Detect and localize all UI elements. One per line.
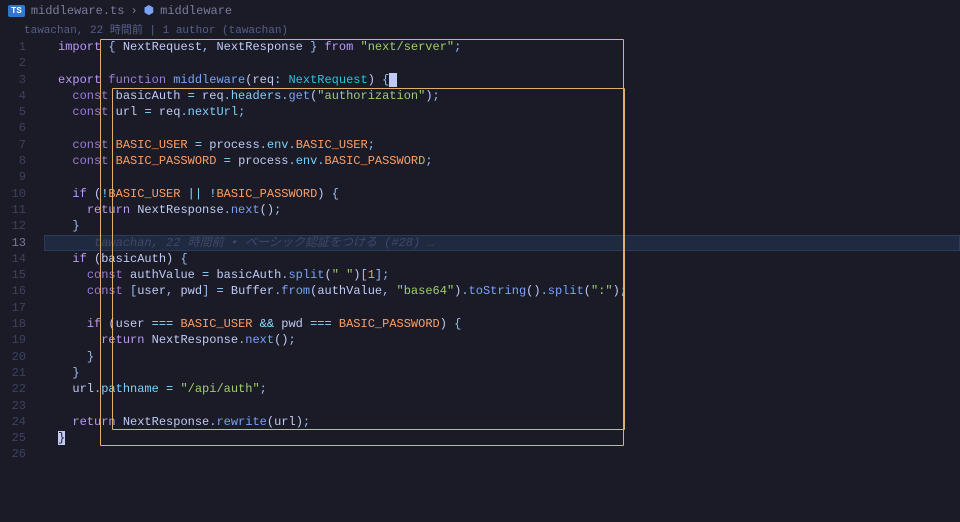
line-number: 23: [0, 398, 26, 414]
line-number: 1: [0, 39, 26, 55]
code-line: const url = req.nextUrl;: [44, 104, 960, 120]
line-number: 3: [0, 72, 26, 88]
line-number: 26: [0, 446, 26, 462]
breadcrumb-symbol[interactable]: middleware: [160, 4, 232, 18]
code-line: }: [44, 365, 960, 381]
code-line: if (!BASIC_USER || !BASIC_PASSWORD) {: [44, 186, 960, 202]
breadcrumb-file[interactable]: middleware.ts: [31, 4, 125, 18]
line-number: 22: [0, 381, 26, 397]
code-line: if (basicAuth) {: [44, 251, 960, 267]
line-number: 16: [0, 283, 26, 299]
code-line: const [user, pwd] = Buffer.from(authValu…: [44, 283, 960, 299]
code-line: const basicAuth = req.headers.get("autho…: [44, 88, 960, 104]
line-number: 7: [0, 137, 26, 153]
breadcrumb[interactable]: TS middleware.ts › ⬢ middleware: [0, 0, 960, 21]
line-number: 4: [0, 88, 26, 104]
typescript-icon: TS: [8, 5, 25, 17]
line-number: 8: [0, 153, 26, 169]
line-number: 15: [0, 267, 26, 283]
code-line: if (user === BASIC_USER && pwd === BASIC…: [44, 316, 960, 332]
code-line: }: [44, 349, 960, 365]
code-area[interactable]: import { NextRequest, NextResponse } fro…: [44, 39, 960, 463]
code-line: const BASIC_USER = process.env.BASIC_USE…: [44, 137, 960, 153]
line-number: 18: [0, 316, 26, 332]
code-line: export function middleware(req: NextRequ…: [44, 72, 960, 88]
line-number: 19: [0, 332, 26, 348]
code-editor[interactable]: 1234567891011121314151617181920212223242…: [0, 39, 960, 463]
code-line: const authValue = basicAuth.split(" ")[1…: [44, 267, 960, 283]
gitlens-inline-blame: tawachan, 22 時間前 • ベーシック認証をつける (#28) …: [58, 236, 435, 250]
line-number: 25: [0, 430, 26, 446]
line-number: 20: [0, 349, 26, 365]
code-line: return NextResponse.next();: [44, 332, 960, 348]
line-number: 6: [0, 120, 26, 136]
line-number: 9: [0, 169, 26, 185]
code-line-current: tawachan, 22 時間前 • ベーシック認証をつける (#28) …: [44, 235, 960, 251]
line-number: 11: [0, 202, 26, 218]
code-line: const BASIC_PASSWORD = process.env.BASIC…: [44, 153, 960, 169]
line-number: 21: [0, 365, 26, 381]
code-line: [44, 300, 960, 316]
code-line: return NextResponse.next();: [44, 202, 960, 218]
symbol-method-icon: ⬢: [144, 3, 154, 18]
code-line: }: [44, 430, 960, 446]
code-line: import { NextRequest, NextResponse } fro…: [44, 39, 960, 55]
line-number-gutter: 1234567891011121314151617181920212223242…: [0, 39, 44, 463]
line-number: 12: [0, 218, 26, 234]
code-line: [44, 169, 960, 185]
line-number: 13: [0, 235, 26, 251]
code-line: return NextResponse.rewrite(url);: [44, 414, 960, 430]
line-number: 2: [0, 55, 26, 71]
code-line: [44, 55, 960, 71]
code-line: [44, 446, 960, 462]
code-line: [44, 398, 960, 414]
line-number: 24: [0, 414, 26, 430]
code-line: url.pathname = "/api/auth";: [44, 381, 960, 397]
line-number: 17: [0, 300, 26, 316]
line-number: 14: [0, 251, 26, 267]
gitlens-file-annotation: tawachan, 22 時間前 | 1 author (tawachan): [0, 21, 960, 39]
line-number: 5: [0, 104, 26, 120]
breadcrumb-separator: ›: [130, 4, 137, 18]
line-number: 10: [0, 186, 26, 202]
code-line: }: [44, 218, 960, 234]
code-line: [44, 120, 960, 136]
